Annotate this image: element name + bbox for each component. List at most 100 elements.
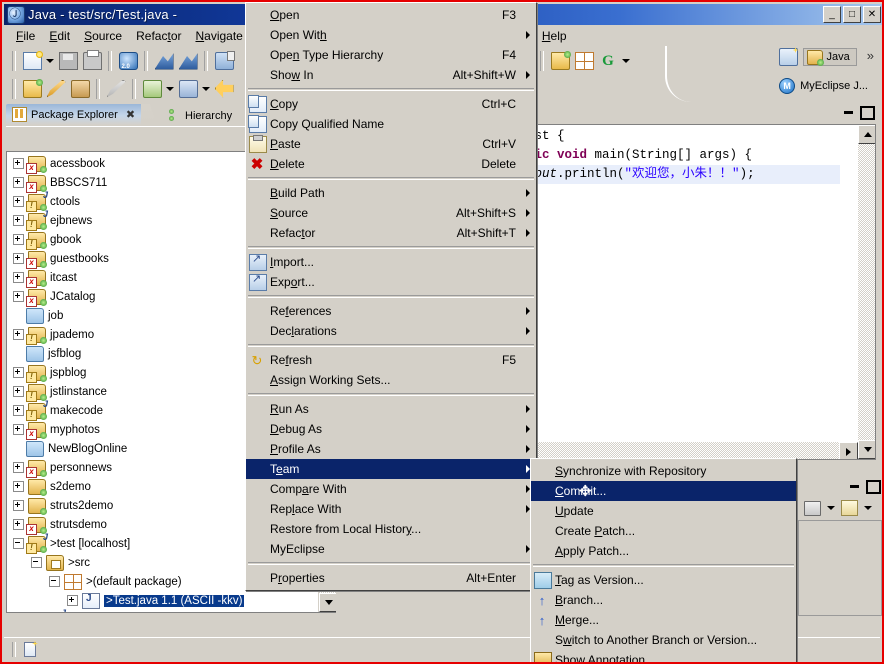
source-code[interactable]: est {tic void main(String[] args) {.out.… [527, 127, 840, 184]
menu-item-copy[interactable]: Copy Ctrl+C [246, 94, 536, 114]
debug-dropdown-arrow[interactable] [200, 78, 212, 100]
run-dropdown-arrow[interactable] [164, 78, 176, 100]
editor-vertical-scrollbar[interactable] [858, 125, 875, 459]
expand-icon[interactable] [13, 519, 24, 530]
team-item-synchronize-with-repository[interactable]: Synchronize with Repository [531, 461, 796, 481]
expand-icon[interactable] [13, 462, 24, 473]
menu-item-refresh[interactable]: ↻ Refresh F5 [246, 350, 536, 370]
menu-item-declarations[interactable]: Declarations [246, 321, 536, 341]
run-button[interactable] [140, 77, 164, 100]
new-console-icon[interactable] [841, 500, 858, 516]
tree-item[interactable]: JJRE System Library [jdk1.6.0] [7, 608, 319, 612]
expand-icon[interactable] [13, 329, 24, 340]
team-item-show-annotation[interactable]: Show Annotation [531, 650, 796, 662]
myeclipse-g-button[interactable]: G [596, 49, 620, 72]
new-button[interactable] [20, 49, 44, 72]
menu-item-import[interactable]: Import... [246, 252, 536, 272]
team-item-switch-to-another-branch-or-version[interactable]: Switch to Another Branch or Version... [531, 630, 796, 650]
minimize-button[interactable]: _ [823, 6, 841, 23]
editor-horizontal-scrollbar[interactable] [527, 442, 858, 459]
menu-item-delete[interactable]: ✖ Delete Delete [246, 154, 536, 174]
scroll-down-button[interactable] [319, 593, 336, 612]
new-grid-button[interactable] [572, 49, 596, 72]
open-project-button[interactable] [548, 49, 572, 72]
menu-item-properties[interactable]: Properties Alt+Enter [246, 568, 536, 588]
editor-scroll-right-button[interactable] [839, 442, 858, 459]
menu-item-copy-qualified-name[interactable]: Copy Qualified Name [246, 114, 536, 134]
open-perspective-button[interactable] [778, 48, 799, 68]
menu-help[interactable]: Help [535, 27, 574, 45]
team-item-create-patch[interactable]: Create Patch... [531, 521, 796, 541]
maximize-icon[interactable] [860, 106, 875, 120]
team-item-branch[interactable]: ↑ Branch... [531, 590, 796, 610]
brush-button[interactable] [104, 77, 128, 100]
minimize-icon[interactable] [843, 106, 855, 116]
new-console-dropdown-arrow[interactable] [862, 497, 874, 519]
menu-item-build-path[interactable]: Build Path [246, 183, 536, 203]
editor-scroll-up-button[interactable] [858, 125, 875, 144]
menu-item-show-in[interactable]: Show In Alt+Shift+W [246, 65, 536, 85]
menu-item-team[interactable]: Team [246, 459, 536, 479]
menu-file[interactable]: File [9, 27, 42, 45]
close-icon[interactable]: ✖ [126, 108, 135, 121]
editor-body[interactable]: est {tic void main(String[] args) {.out.… [526, 124, 876, 460]
menu-navigate[interactable]: Navigate [188, 27, 249, 45]
open-type-button[interactable] [20, 77, 44, 100]
menu-item-export[interactable]: Export... [246, 272, 536, 292]
team-item-apply-patch[interactable]: Apply Patch... [531, 541, 796, 561]
menu-item-run-as[interactable]: Run As [246, 399, 536, 419]
expand-icon[interactable] [13, 405, 24, 416]
menu-item-debug-as[interactable]: Debug As [246, 419, 536, 439]
expand-icon[interactable] [13, 272, 24, 283]
expand-icon[interactable] [13, 234, 24, 245]
back-button[interactable] [212, 77, 236, 100]
collapse-icon[interactable] [49, 576, 60, 587]
edit-button[interactable] [44, 77, 68, 100]
team-item-update[interactable]: Update [531, 501, 796, 521]
expand-icon[interactable] [13, 158, 24, 169]
tab-hierarchy[interactable]: Hierarchy [168, 106, 232, 125]
menu-item-profile-as[interactable]: Profile As [246, 439, 536, 459]
expand-icon[interactable] [13, 196, 24, 207]
expand-icon[interactable] [13, 424, 24, 435]
externalize-strings-button[interactable] [212, 49, 236, 72]
expand-icon[interactable] [13, 386, 24, 397]
menu-refactor[interactable]: Refactor [129, 27, 188, 45]
console-icon[interactable] [804, 500, 821, 516]
menu-item-paste[interactable]: Paste Ctrl+V [246, 134, 536, 154]
print-button[interactable] [80, 49, 104, 72]
expand-icon[interactable] [13, 215, 24, 226]
perspective-myeclipse[interactable]: M MyEclipse J... [779, 78, 868, 94]
maximize-icon[interactable] [866, 480, 881, 494]
tree-item[interactable]: >Test.java 1.1 (ASCII -kkv) [7, 591, 319, 610]
team-item-tag-as-version[interactable]: Tag as Version... [531, 570, 796, 590]
menu-item-assign-working-sets[interactable]: Assign Working Sets... [246, 370, 536, 390]
expand-icon[interactable] [13, 481, 24, 492]
close-button[interactable]: ✕ [863, 6, 881, 23]
menu-item-restore-from-local-history[interactable]: Restore from Local History... [246, 519, 536, 539]
expand-icon[interactable] [67, 595, 78, 606]
menu-item-open-type-hierarchy[interactable]: Open Type Hierarchy F4 [246, 45, 536, 65]
expand-icon[interactable] [13, 500, 24, 511]
maximize-button[interactable]: □ [843, 6, 861, 23]
menu-item-myeclipse[interactable]: MyEclipse [246, 539, 536, 559]
menu-item-source[interactable]: Source Alt+Shift+S [246, 203, 536, 223]
menu-item-references[interactable]: References [246, 301, 536, 321]
expand-icon[interactable] [13, 291, 24, 302]
menu-item-replace-with[interactable]: Replace With [246, 499, 536, 519]
new-wizard-button[interactable] [152, 49, 176, 72]
team-item-merge[interactable]: ↑ Merge... [531, 610, 796, 630]
expand-icon[interactable] [13, 367, 24, 378]
debug-button[interactable] [176, 77, 200, 100]
editor-scroll-down-button[interactable] [858, 440, 875, 459]
perspective-java[interactable]: Java [802, 48, 857, 66]
menu-item-open[interactable]: Open F3 [246, 5, 536, 25]
team-item-commit[interactable]: Commit... ✥ [531, 481, 796, 501]
open-resource-button[interactable] [68, 77, 92, 100]
menu-item-refactor[interactable]: Refactor Alt+Shift+T [246, 223, 536, 243]
minimize-icon[interactable] [849, 480, 861, 490]
console-dropdown-arrow[interactable] [825, 497, 837, 519]
menu-item-compare-with[interactable]: Compare With [246, 479, 536, 499]
new-wizard2-button[interactable] [176, 49, 200, 72]
collapse-icon[interactable] [31, 557, 42, 568]
